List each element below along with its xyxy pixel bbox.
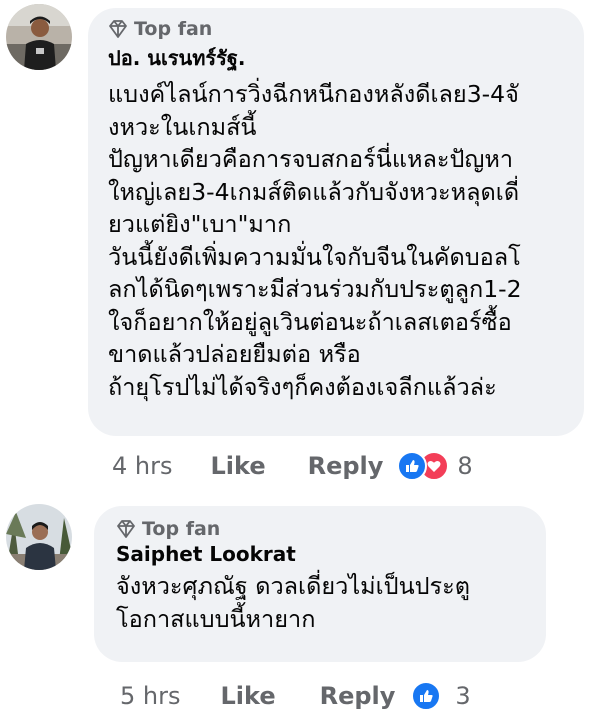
reactions-summary[interactable]: 8 [397, 451, 473, 481]
avatar[interactable] [6, 4, 72, 70]
comment-bubble: Top fan ปอ. นเรนทร์รัฐ. แบงค์ไลน์การวิ่ง… [88, 8, 584, 436]
comment-text: แบงค์ไลน์การวิ่งฉีกหนีกองหลังดีเลย3-4จั … [108, 80, 522, 401]
comment-text: จังหวะศุภณัฐ ดวลเดี่ยวไม่เป็นประตู โอกาส… [116, 572, 471, 633]
reply-button[interactable]: Reply [308, 452, 384, 480]
reaction-count: 3 [455, 682, 471, 710]
top-fan-badge: Top fan [108, 18, 566, 40]
reply-button[interactable]: Reply [320, 682, 396, 710]
like-reaction-icon [411, 681, 442, 711]
comment-author[interactable]: Saiphet Lookrat [116, 542, 528, 566]
like-button[interactable]: Like [220, 682, 275, 710]
reaction-count: 8 [457, 452, 473, 480]
comment-timestamp[interactable]: 5 hrs [120, 682, 180, 710]
comment-author[interactable]: ปอ. นเรนทร์รัฐ. [108, 42, 566, 74]
badge-label: Top fan [134, 18, 213, 40]
comment-actions: 5 hrs Like Reply 3 [120, 676, 471, 716]
comment-bubble: Top fan Saiphet Lookrat จังหวะศุภณัฐ ดวล… [94, 506, 546, 662]
badge-label: Top fan [142, 518, 221, 540]
like-button[interactable]: Like [210, 452, 265, 480]
top-fan-badge: Top fan [116, 518, 528, 540]
comment-actions: 4 hrs Like Reply 8 [112, 446, 473, 486]
diamond-icon [117, 520, 135, 538]
avatar[interactable] [6, 504, 72, 570]
diamond-icon [109, 20, 127, 38]
comment-timestamp[interactable]: 4 hrs [112, 452, 172, 480]
reactions-summary[interactable]: 3 [411, 681, 471, 711]
